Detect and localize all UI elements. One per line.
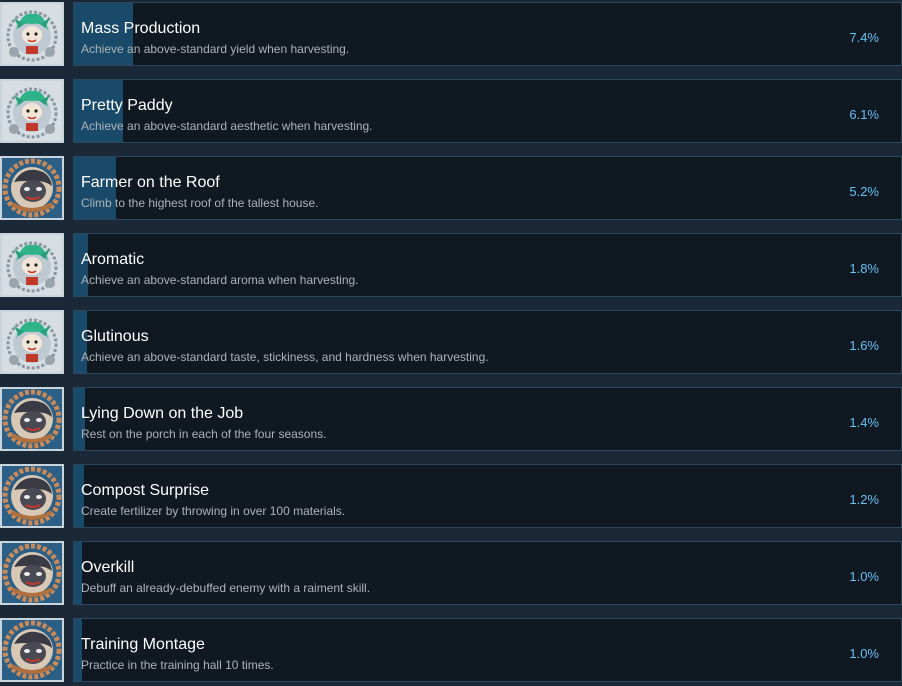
achievement-row: Overkill Debuff an already-debuffed enemy… xyxy=(0,541,902,609)
unlock-percentage: 6.1% xyxy=(849,107,879,122)
achievement-panel: Lying Down on the Job Rest on the porch i… xyxy=(73,387,902,451)
achievement-title: Farmer on the Roof xyxy=(81,174,220,191)
achievement-title: Overkill xyxy=(81,559,135,576)
achievement-panel: Glutinous Achieve an above-standard taste… xyxy=(73,310,902,374)
achievement-description: Achieve an above-standard yield when har… xyxy=(81,42,350,56)
achievement-description: Create fertilizer by throwing in over 10… xyxy=(81,504,346,518)
achievement-row: Aromatic Achieve an above-standard aroma … xyxy=(0,233,902,301)
achievement-panel: Training Montage Practice in the training… xyxy=(73,618,902,682)
achievement-description: Achieve an above-standard aroma when har… xyxy=(81,273,359,287)
unlock-percentage: 1.0% xyxy=(849,569,879,584)
unlock-percentage: 1.8% xyxy=(849,261,879,276)
achievement-description: Debuff an already-debuffed enemy with a … xyxy=(81,581,371,595)
achievement-list: Mass Production Achieve an above-standard… xyxy=(0,0,902,686)
unlock-percentage: 5.2% xyxy=(849,184,879,199)
unlock-percentage: 1.2% xyxy=(849,492,879,507)
achievement-title: Glutinous xyxy=(81,328,149,345)
unlock-percentage: 1.6% xyxy=(849,338,879,353)
dark-creature-face-icon xyxy=(0,156,64,220)
unlock-percentage: 1.0% xyxy=(849,646,879,661)
achievement-row: Mass Production Achieve an above-standard… xyxy=(0,2,902,70)
dark-creature-face-icon xyxy=(0,387,64,451)
achievement-panel: Compost Surprise Create fertilizer by thr… xyxy=(73,464,902,528)
achievement-row: Lying Down on the Job Rest on the porch i… xyxy=(0,387,902,455)
achievement-description: Climb to the highest roof of the tallest… xyxy=(81,196,319,210)
achievement-description: Achieve an above-standard aesthetic when… xyxy=(81,119,373,133)
achievement-row: Pretty Paddy Achieve an above-standard ae… xyxy=(0,79,902,147)
unlock-percentage: 1.4% xyxy=(849,415,879,430)
dark-creature-face-icon xyxy=(0,618,64,682)
unlock-percentage: 7.4% xyxy=(849,30,879,45)
dark-creature-face-icon xyxy=(0,541,64,605)
achievement-panel: Aromatic Achieve an above-standard aroma … xyxy=(73,233,902,297)
green-haired-character-icon xyxy=(0,2,64,66)
achievement-title: Training Montage xyxy=(81,636,205,653)
achievement-title: Mass Production xyxy=(81,20,201,37)
achievement-description: Achieve an above-standard taste, stickin… xyxy=(81,350,489,364)
achievement-panel: Farmer on the Roof Climb to the highest r… xyxy=(73,156,902,220)
achievement-row: Farmer on the Roof Climb to the highest r… xyxy=(0,156,902,224)
achievement-title: Lying Down on the Job xyxy=(81,405,244,422)
achievement-description: Practice in the training hall 10 times. xyxy=(81,658,274,672)
achievement-description: Rest on the porch in each of the four se… xyxy=(81,427,327,441)
green-haired-character-icon xyxy=(0,233,64,297)
green-haired-character-icon xyxy=(0,79,64,143)
dark-creature-face-icon xyxy=(0,464,64,528)
green-haired-character-icon xyxy=(0,310,64,374)
achievement-row: Compost Surprise Create fertilizer by thr… xyxy=(0,464,902,532)
achievement-row: Training Montage Practice in the training… xyxy=(0,618,902,686)
achievement-title: Aromatic xyxy=(81,251,145,268)
achievement-row: Glutinous Achieve an above-standard taste… xyxy=(0,310,902,378)
achievement-panel: Pretty Paddy Achieve an above-standard ae… xyxy=(73,79,902,143)
achievement-title: Pretty Paddy xyxy=(81,97,173,114)
achievement-panel: Mass Production Achieve an above-standard… xyxy=(73,2,902,66)
achievement-title: Compost Surprise xyxy=(81,482,210,499)
achievement-panel: Overkill Debuff an already-debuffed enemy… xyxy=(73,541,902,605)
